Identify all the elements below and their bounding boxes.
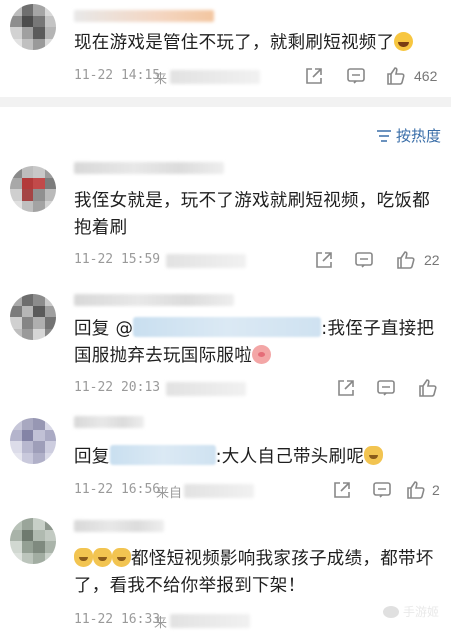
comment-text: 回复 @:我侄子直接把国服抛弃去玩国际服啦 bbox=[74, 317, 435, 366]
avatar[interactable] bbox=[10, 294, 56, 340]
like-count: 2 bbox=[432, 482, 440, 498]
mention-user-blurred[interactable] bbox=[109, 445, 216, 465]
comment-meta: 11-22 14:15 来 462 bbox=[74, 66, 441, 88]
comment-button[interactable] bbox=[346, 66, 370, 88]
share-icon bbox=[316, 252, 332, 268]
like-count: 462 bbox=[414, 68, 438, 84]
share-button[interactable] bbox=[304, 66, 328, 88]
comment-time: 11-22 20:13 bbox=[74, 380, 161, 395]
comment-icon bbox=[373, 482, 391, 498]
like-button[interactable] bbox=[396, 250, 420, 272]
sort-label: 按热度 bbox=[395, 127, 441, 145]
share-icon bbox=[334, 482, 350, 498]
thumbs-up-icon bbox=[397, 251, 415, 269]
like-button[interactable] bbox=[418, 378, 442, 400]
laughing-emoji-icon bbox=[394, 32, 414, 51]
source-blurred bbox=[166, 382, 246, 396]
username-blurred[interactable] bbox=[74, 416, 144, 428]
sort-toggle[interactable]: 按热度 bbox=[376, 125, 441, 146]
thumbs-up-icon bbox=[407, 481, 425, 499]
thumbs-up-icon bbox=[387, 67, 405, 85]
comment-icon bbox=[347, 68, 365, 84]
dog-emoji-icon bbox=[74, 548, 93, 567]
dog-emoji-icon bbox=[93, 548, 112, 567]
comment-meta: 11-22 15:59 22 bbox=[74, 250, 441, 272]
share-button[interactable] bbox=[314, 250, 338, 272]
source-blurred bbox=[166, 254, 246, 268]
comment-time: 11-22 16:33 bbox=[74, 612, 161, 627]
share-icon bbox=[338, 380, 354, 396]
username-blurred[interactable] bbox=[74, 10, 214, 22]
username-blurred[interactable] bbox=[74, 520, 164, 532]
wechat-icon bbox=[382, 606, 399, 618]
share-icon bbox=[306, 68, 322, 84]
source-blurred bbox=[170, 614, 250, 628]
comment-time: 11-22 15:59 bbox=[74, 252, 161, 267]
avatar[interactable] bbox=[10, 518, 56, 564]
comment-text: 都怪短视频影响我家孩子成绩，都带坏了，看我不给你举报到下架！ bbox=[74, 548, 434, 596]
share-button[interactable] bbox=[332, 480, 356, 502]
source-label: 来 bbox=[154, 72, 168, 87]
source-blurred bbox=[184, 484, 254, 498]
like-count: 22 bbox=[424, 252, 440, 268]
source-label: 来 bbox=[154, 616, 168, 631]
source-blurred bbox=[170, 70, 260, 84]
comment-meta: 11-22 20:13 bbox=[74, 378, 442, 400]
comment-text: 现在游戏是管住不玩了，就剩刷短视频了 bbox=[74, 30, 437, 57]
section-divider bbox=[0, 97, 451, 107]
comment-time: 11-22 16:56 bbox=[74, 482, 161, 497]
pig-emoji-icon bbox=[252, 345, 271, 364]
comment-button[interactable] bbox=[376, 378, 400, 400]
username-blurred[interactable] bbox=[74, 294, 234, 306]
comment-button[interactable] bbox=[372, 480, 396, 502]
comment-text: 回复:大人自己带头刷呢 bbox=[74, 444, 437, 471]
username-blurred[interactable] bbox=[74, 162, 224, 174]
comment-meta: 11-22 16:56 来自 2 bbox=[74, 480, 441, 502]
avatar[interactable] bbox=[10, 166, 56, 212]
comment-icon bbox=[355, 252, 373, 268]
avatar[interactable] bbox=[10, 4, 56, 50]
like-button[interactable] bbox=[406, 480, 430, 502]
source-label: 来自 bbox=[156, 486, 183, 501]
watermark: 手游姬 bbox=[382, 603, 439, 620]
comment-time: 11-22 14:15 bbox=[74, 68, 161, 83]
comment-icon bbox=[377, 380, 395, 396]
avatar[interactable] bbox=[10, 418, 56, 464]
like-button[interactable] bbox=[386, 66, 410, 88]
dog-emoji-icon bbox=[112, 548, 131, 567]
comment-button[interactable] bbox=[354, 250, 378, 272]
mention-user-blurred[interactable] bbox=[133, 317, 322, 337]
share-button[interactable] bbox=[336, 378, 360, 400]
comment-text: 我侄女就是，玩不了游戏就刷短视频，吃饭都抱着刷 bbox=[74, 191, 430, 238]
thumbs-up-icon bbox=[419, 379, 437, 397]
sort-lines-icon bbox=[376, 130, 391, 142]
dog-emoji-icon bbox=[364, 446, 384, 465]
